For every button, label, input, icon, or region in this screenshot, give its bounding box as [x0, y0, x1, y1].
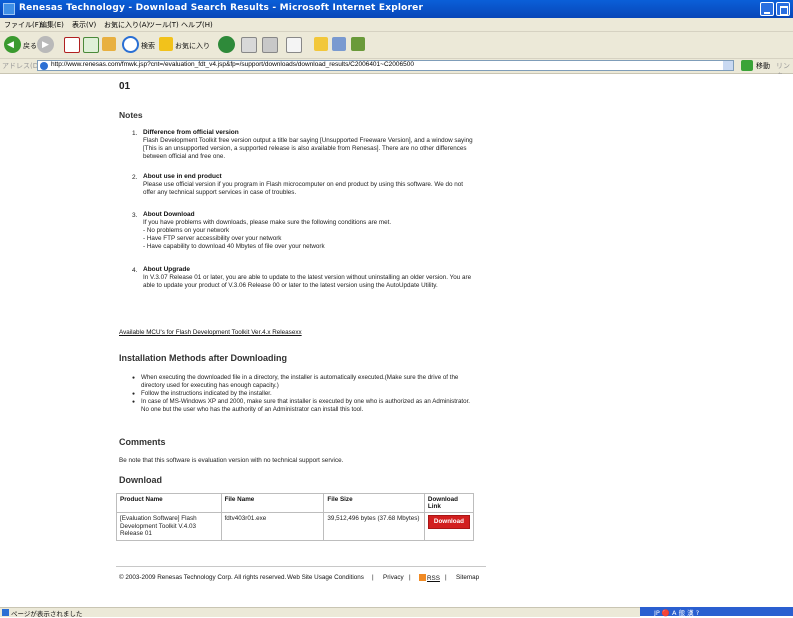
footer-rss[interactable]: RSS	[419, 574, 440, 582]
menu-view[interactable]: 表示(V)	[72, 20, 96, 30]
standard-toolbar: 戻る 検索 お気に入り	[0, 32, 793, 59]
menu-favorites[interactable]: お気に入り(A)	[104, 20, 149, 30]
go-button-label[interactable]: 移動	[756, 61, 770, 71]
menu-help[interactable]: ヘルプ(H)	[181, 20, 213, 30]
release-heading-fragment: 01	[119, 81, 131, 92]
folder-icon[interactable]	[314, 37, 328, 51]
menu-bar: ファイル(F) 編集(E) 表示(V) お気に入り(A) ツール(T) ヘルプ(…	[0, 18, 793, 32]
note-3-condition-2: - Have FTP server accessibility over you…	[143, 235, 282, 242]
menu-file[interactable]: ファイル(F)	[4, 20, 42, 30]
favorites-star-icon[interactable]	[159, 37, 173, 51]
footer-separator: |	[445, 574, 447, 581]
menu-tools[interactable]: ツール(T)	[148, 20, 179, 30]
note-2-body: Please use official version if you progr…	[143, 181, 464, 196]
scroll-edge	[787, 74, 793, 607]
history-icon[interactable]	[218, 36, 235, 53]
go-arrow-icon[interactable]	[741, 60, 753, 71]
file-size-cell: 39,512,496 bytes (37.68 Mbytes)	[323, 512, 425, 541]
address-dropdown-icon[interactable]	[723, 61, 733, 70]
column-header-file: File Name	[220, 493, 325, 513]
ie-window-icon	[3, 3, 15, 15]
minimize-button[interactable]	[760, 2, 774, 16]
status-text: ページが表示されました	[11, 610, 83, 618]
note-1-body: Flash Development Toolkit free version o…	[143, 137, 473, 160]
address-input[interactable]: http://www.renesas.com/fmwk.jsp?cnt=/eva…	[37, 60, 734, 71]
note-3-number: 3.	[132, 212, 138, 219]
footer-divider	[116, 566, 486, 567]
download-heading: Download	[119, 475, 162, 485]
list-item: In case of MS-Windows XP and 2000, make …	[132, 398, 477, 414]
back-arrow-icon[interactable]	[4, 36, 21, 53]
research-icon[interactable]	[332, 37, 346, 51]
window-title: Renesas Technology - Download Search Res…	[19, 3, 424, 13]
download-table: Product Name File Name File Size Downloa…	[116, 493, 475, 541]
footer-separator: |	[409, 574, 411, 581]
download-link-cell: Download	[423, 512, 475, 541]
installation-heading: Installation Methods after Downloading	[119, 353, 288, 363]
comments-text: Be note that this software is evaluation…	[119, 457, 344, 464]
print-icon[interactable]	[262, 37, 278, 53]
note-4-body: In V.3.07 Release 01 or later, you are a…	[143, 274, 472, 289]
footer-separator: |	[372, 574, 374, 581]
favorites-button-label[interactable]: お気に入り	[175, 41, 210, 51]
back-button-label[interactable]: 戻る	[23, 41, 37, 51]
refresh-icon[interactable]	[83, 37, 99, 53]
footer-link-rss[interactable]: RSS	[427, 575, 440, 582]
address-label: アドレス(D)	[2, 62, 41, 70]
footer-copyright: © 2003-2009 Renesas Technology Corp. All…	[119, 574, 287, 581]
table-header-row: Product Name File Name File Size Downloa…	[116, 493, 475, 513]
edit-icon[interactable]	[286, 37, 302, 53]
search-icon[interactable]	[122, 36, 139, 53]
list-item: Follow the instructions indicated by the…	[132, 390, 477, 398]
list-item: When executing the downloaded file in a …	[132, 374, 477, 390]
stop-icon[interactable]	[64, 37, 80, 53]
footer-link-usage-conditions[interactable]: Web Site Usage Conditions	[287, 574, 364, 581]
forward-arrow-icon[interactable]	[37, 36, 54, 53]
column-header-link: Download Link	[423, 493, 475, 513]
menu-edit[interactable]: 編集(E)	[40, 20, 64, 30]
page-viewport[interactable]: 01 Notes 1. Difference from official ver…	[0, 74, 793, 607]
note-3-body: If you have problems with downloads, ple…	[143, 219, 392, 226]
window-title-bar: Renesas Technology - Download Search Res…	[0, 0, 793, 18]
product-name-cell: [Evaluation Software] Flash Development …	[116, 512, 222, 541]
note-3-condition-1: - No problems on your network	[143, 227, 230, 234]
address-bar: アドレス(D) http://www.renesas.com/fmwk.jsp?…	[0, 59, 793, 80]
search-button-label[interactable]: 検索	[141, 41, 155, 51]
notes-heading: Notes	[119, 110, 143, 120]
note-2-number: 2.	[132, 174, 138, 181]
note-1-title: Difference from official version	[143, 129, 239, 136]
note-2-title: About use in end product	[143, 173, 222, 180]
note-4-number: 4.	[132, 267, 138, 274]
column-header-product: Product Name	[116, 493, 222, 513]
note-3-condition-3: - Have capability to download 40 Mbytes …	[143, 243, 325, 250]
system-tray: JP 🔴 A 般 漢 ?	[640, 607, 793, 617]
page-done-icon	[2, 609, 9, 616]
home-icon[interactable]	[102, 37, 116, 51]
file-name-cell: fdtv403r01.exe	[220, 512, 325, 541]
column-header-size: File Size	[323, 493, 425, 513]
rss-icon	[419, 574, 426, 581]
maximize-button[interactable]	[776, 2, 790, 16]
mcu-list-link[interactable]: Available MCU's for Flash Development To…	[119, 329, 302, 336]
footer-link-privacy[interactable]: Privacy	[383, 574, 404, 581]
note-4-title: About Upgrade	[143, 266, 190, 273]
footer-link-sitemap[interactable]: Sitemap	[456, 574, 479, 581]
note-3-title: About Download	[143, 211, 195, 218]
page-icon	[40, 62, 48, 70]
comments-heading: Comments	[119, 437, 166, 447]
table-row: [Evaluation Software] Flash Development …	[116, 512, 475, 541]
download-button[interactable]: Download	[427, 515, 470, 529]
installation-list: When executing the downloaded file in a …	[132, 374, 477, 414]
messenger-icon[interactable]	[351, 37, 365, 51]
note-1-number: 1.	[132, 130, 138, 137]
address-url[interactable]: http://www.renesas.com/fmwk.jsp?cnt=/eva…	[51, 61, 414, 68]
mail-icon[interactable]	[241, 37, 257, 53]
